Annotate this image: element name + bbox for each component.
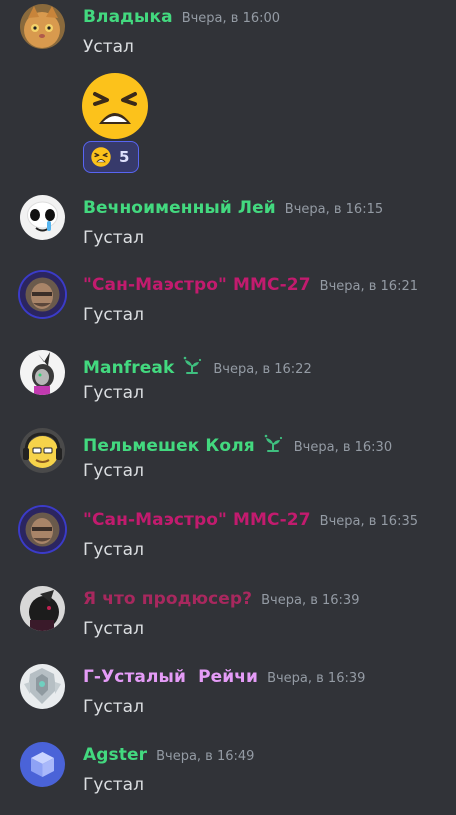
message-text: Густал (83, 619, 144, 639)
message-text: Густал (83, 383, 144, 403)
message-header: Владыка Вчера, в 16:00 (83, 7, 280, 27)
timestamp: Вчера, в 16:15 (284, 202, 384, 217)
message-header: "Сан-Маэстро" ММС-27 Вчера, в 16:35 (83, 510, 418, 530)
message-header: "Сан-Маэстро" ММС-27 Вчера, в 16:21 (83, 275, 418, 295)
message-text: Густал (83, 775, 144, 795)
avatar[interactable] (20, 507, 65, 552)
username[interactable]: Владыка (83, 7, 173, 27)
avatar[interactable] (20, 195, 65, 240)
username[interactable]: Manfreak (83, 358, 174, 378)
sprout-badge-icon[interactable] (261, 433, 285, 453)
tired-face-emoji[interactable] (81, 72, 149, 140)
avatar[interactable] (20, 742, 65, 787)
message-header: Manfreak Вчера, в 16:22 (83, 353, 312, 378)
headphones-avatar (20, 428, 65, 473)
avatar[interactable] (20, 664, 65, 709)
timestamp: Вчера, в 16:35 (319, 514, 418, 529)
avatar[interactable] (20, 272, 65, 317)
tired-face-emoji (91, 147, 111, 167)
message-text: Густал (83, 228, 144, 248)
message-header: Г-Усталый Рейчи Вчера, в 16:39 (83, 667, 365, 687)
message-header: Вечноименный Лей Вчера, в 16:15 (83, 198, 383, 218)
message-text: Густал (83, 461, 144, 481)
message-header: Пельмешек Коля Вчера, в 16:30 (83, 431, 392, 456)
username[interactable]: Agster (83, 745, 147, 765)
character-avatar (20, 350, 65, 395)
timestamp: Вчера, в 16:21 (319, 279, 418, 294)
avatar[interactable] (20, 428, 65, 473)
username[interactable]: Г-Усталый Рейчи (83, 667, 258, 687)
robot-avatar (20, 664, 65, 709)
username[interactable]: Вечноименный Лей (83, 198, 276, 218)
message-text: Густал (83, 305, 144, 325)
message-header: Agster Вчера, в 16:49 (83, 745, 254, 765)
message-text: Устал (83, 37, 134, 57)
timestamp: Вчера, в 16:30 (293, 440, 393, 455)
avatar[interactable] (20, 4, 65, 49)
username[interactable]: Я что продюсер? (83, 589, 252, 609)
portrait-avatar (20, 272, 65, 317)
skull-avatar (20, 195, 65, 240)
cat-avatar (20, 4, 65, 49)
avatar[interactable] (20, 350, 65, 395)
timestamp: Вчера, в 16:39 (261, 593, 360, 608)
message-text: Густал (83, 697, 144, 717)
reaction-count: 5 (119, 148, 130, 166)
timestamp: Вчера, в 16:22 (213, 362, 312, 377)
message-text: Густал (83, 540, 144, 560)
chat-message-list: Владыка Вчера, в 16:00 Устал 5 Вечноимен… (0, 0, 456, 815)
timestamp: Вчера, в 16:00 (181, 11, 281, 26)
avatar[interactable] (20, 586, 65, 631)
timestamp: Вчера, в 16:39 (267, 671, 366, 686)
timestamp: Вчера, в 16:49 (156, 749, 255, 764)
username[interactable]: "Сан-Маэстро" ММС-27 (83, 510, 311, 530)
reaction-button[interactable]: 5 (83, 141, 139, 173)
username[interactable]: "Сан-Маэстро" ММС-27 (83, 275, 311, 295)
cube-avatar (20, 742, 65, 787)
dark-creature-avatar (20, 586, 65, 631)
message-header: Я что продюсер? Вчера, в 16:39 (83, 589, 359, 609)
username[interactable]: Пельмешек Коля (83, 436, 255, 456)
sprout-badge-icon[interactable] (180, 355, 204, 375)
portrait-avatar (20, 507, 65, 552)
